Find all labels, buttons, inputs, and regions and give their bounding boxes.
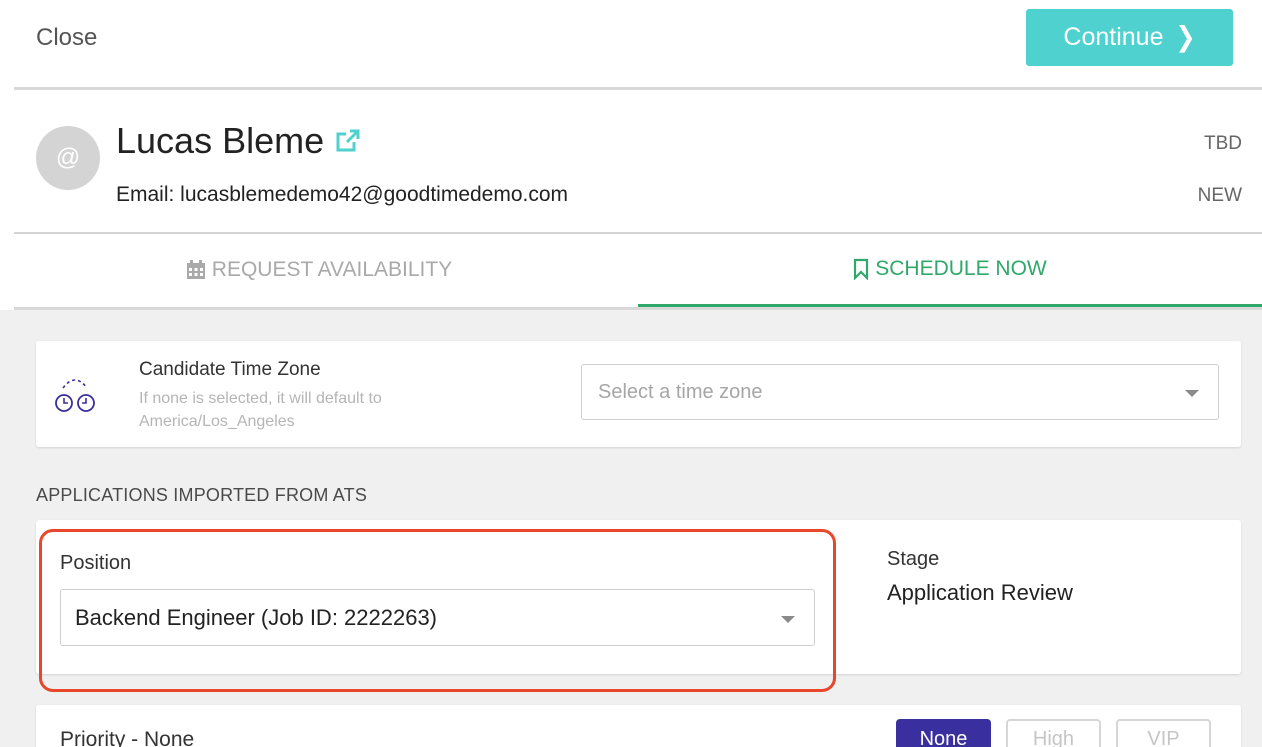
top-bar: Close Continue ❯: [0, 0, 1262, 88]
priority-high-button[interactable]: High: [1006, 719, 1101, 747]
avatar: @: [36, 126, 100, 190]
candidate-name: Lucas Bleme: [116, 120, 325, 161]
tab-schedule-now[interactable]: SCHEDULE NOW: [638, 234, 1262, 307]
application-card: Position Backend Engineer (Job ID: 22222…: [36, 520, 1241, 674]
position-label: Position: [60, 552, 132, 574]
tab-request-label: REQUEST AVAILABILITY: [211, 258, 453, 281]
priority-none-button[interactable]: None: [896, 719, 991, 747]
chevron-down-icon: [1185, 390, 1199, 397]
timezone-help: If none is selected, it will default to …: [139, 390, 382, 430]
continue-button-label: Continue: [1063, 23, 1164, 51]
candidate-header: @ Lucas Bleme Email: lucasblemedemo42@go…: [0, 90, 1262, 232]
two-clocks-icon: [55, 379, 95, 412]
continue-button[interactable]: Continue ❯: [1026, 9, 1233, 66]
timezone-card: Candidate Time Zone If none is selected,…: [36, 341, 1241, 447]
candidate-date-status: TBD: [1204, 133, 1242, 154]
candidate-email: Email: lucasblemedemo42@goodtimedemo.com: [116, 183, 569, 206]
timezone-placeholder: Select a time zone: [598, 380, 763, 403]
position-select[interactable]: Backend Engineer (Job ID: 2222263): [60, 589, 815, 646]
tab-schedule-label: SCHEDULE NOW: [875, 257, 1047, 280]
chevron-right-icon: ❯: [1175, 21, 1196, 54]
chevron-down-icon: [781, 616, 795, 623]
applications-heading: APPLICATIONS IMPORTED FROM ATS: [36, 485, 368, 505]
external-link-icon[interactable]: [336, 129, 361, 153]
timezone-title: Candidate Time Zone: [139, 359, 321, 380]
stage-label: Stage: [887, 548, 940, 570]
priority-label: Priority - None: [60, 728, 195, 747]
timezone-select[interactable]: Select a time zone: [581, 364, 1219, 420]
candidate-name-row: Lucas Bleme: [116, 120, 361, 162]
calendar-icon: [186, 260, 205, 279]
tab-request-availability[interactable]: REQUEST AVAILABILITY: [0, 234, 638, 306]
bookmark-icon: [854, 258, 869, 280]
priority-vip-button[interactable]: VIP: [1116, 719, 1211, 747]
tab-bar: REQUEST AVAILABILITY SCHEDULE NOW: [0, 234, 1262, 310]
main-content: Candidate Time Zone If none is selected,…: [0, 310, 1262, 747]
priority-card: Priority - None None High VIP: [36, 705, 1241, 747]
candidate-stage-status: NEW: [1197, 185, 1242, 206]
position-value: Backend Engineer (Job ID: 2222263): [75, 604, 438, 630]
stage-value: Application Review: [887, 580, 1073, 605]
close-button[interactable]: Close: [36, 24, 97, 52]
